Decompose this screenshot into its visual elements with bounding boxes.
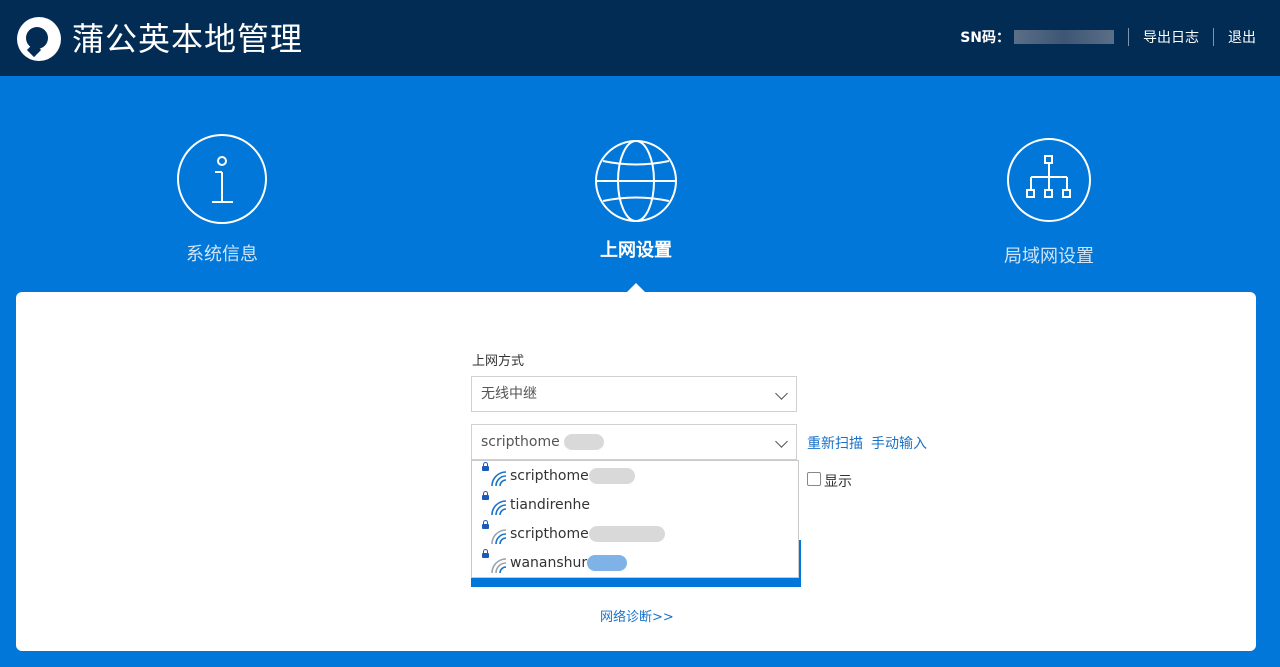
redacted-text <box>588 468 635 484</box>
rescan-link[interactable]: 重新扫描 <box>807 433 863 453</box>
nav-system-info[interactable]: 系统信息 <box>172 134 272 266</box>
wifi-list-item[interactable]: scripthome <box>480 520 665 546</box>
dandelion-logo-icon <box>17 17 61 61</box>
sn-value-redacted <box>1014 30 1114 44</box>
redacted-text <box>588 526 665 542</box>
wifi-list-item[interactable]: scripthome <box>480 462 635 488</box>
redacted-text <box>587 555 628 571</box>
connection-mode-label: 上网方式 <box>472 354 525 369</box>
wifi-icon <box>491 529 507 545</box>
wifi-dropdown-list: scripthome tiandirenhe scripthome wanans… <box>471 460 799 578</box>
wifi-ssid: scripthome <box>510 526 589 542</box>
sn-label: SN码： <box>960 30 1010 46</box>
nav-label: 局域网设置 <box>1004 246 1094 267</box>
wifi-icon <box>491 471 507 487</box>
export-log-link[interactable]: 导出日志 <box>1143 27 1199 47</box>
connection-mode-value: 无线中继 <box>481 386 537 402</box>
info-icon <box>177 134 267 224</box>
nav-label: 系统信息 <box>186 244 258 265</box>
manual-input-link[interactable]: 手动输入 <box>871 433 927 453</box>
nav-label: 上网设置 <box>600 240 672 261</box>
app-title: 蒲公英本地管理 <box>72 20 304 58</box>
wifi-list-item[interactable]: tiandirenhe <box>480 491 591 517</box>
divider <box>1213 28 1214 46</box>
divider <box>1128 28 1129 46</box>
wifi-ssid: scripthome <box>510 468 589 484</box>
wifi-icon <box>491 500 507 516</box>
show-password-checkbox[interactable] <box>807 472 821 486</box>
nav-lan-settings[interactable]: 局域网设置 <box>999 138 1099 268</box>
wifi-list-item[interactable]: wananshur <box>480 549 628 575</box>
nav-internet-settings[interactable]: 上网设置 <box>586 138 686 262</box>
show-password-label: 显示 <box>824 474 852 490</box>
chevron-down-icon <box>775 387 788 400</box>
wifi-ssid: tiandirenhe <box>510 497 591 513</box>
wifi-icon <box>491 558 507 574</box>
header-actions: SN码： 导出日志 退出 <box>960 27 1256 47</box>
chevron-down-icon <box>775 435 788 448</box>
network-topology-icon <box>1007 138 1091 222</box>
top-bar: 蒲公英本地管理 SN码： 导出日志 退出 <box>0 0 1280 76</box>
network-diagnose-link[interactable]: 网络诊断>> <box>600 606 674 625</box>
ssid-select[interactable]: scripthome <box>471 424 797 460</box>
redacted-text <box>564 434 605 450</box>
connection-mode-select[interactable]: 无线中继 <box>471 376 797 412</box>
ssid-value: scripthome <box>481 434 560 450</box>
logout-link[interactable]: 退出 <box>1228 27 1256 47</box>
wifi-ssid: wananshur <box>510 555 588 571</box>
globe-icon <box>593 138 679 224</box>
